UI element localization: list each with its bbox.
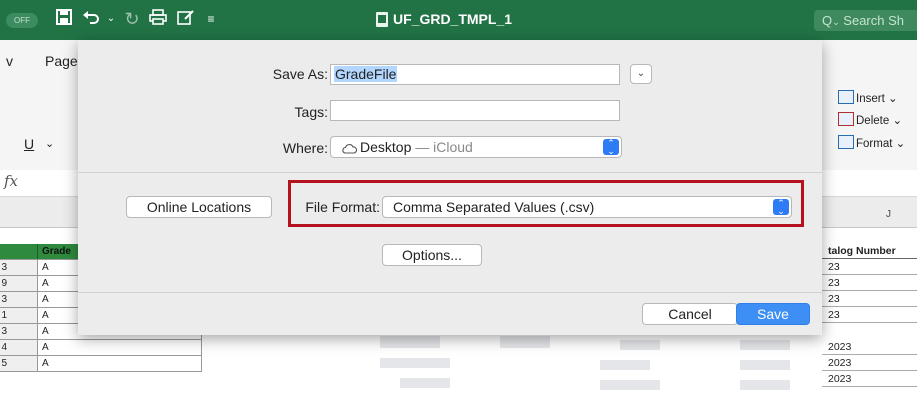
excel-titlebar: OFF ⌄ ↻ ≡ UF_GRD_TMPL_1 Q⌄ Search Sh <box>0 0 917 40</box>
undo-icon[interactable] <box>81 8 103 30</box>
stepper-icon: ⌃ ⌄ <box>603 139 619 156</box>
save-as-label: Save As: <box>272 66 328 82</box>
delete-cells-icon <box>838 112 854 126</box>
redacted-cell <box>740 380 790 390</box>
insert-cells-icon <box>838 90 854 104</box>
edit-icon[interactable] <box>176 8 196 30</box>
redacted-cell <box>500 336 550 348</box>
search-icon: Q <box>822 13 833 28</box>
redacted-cell <box>400 378 450 388</box>
delete-button[interactable]: Delete ⌄ <box>856 113 902 127</box>
chevron-down-icon: ⌄ <box>636 68 646 79</box>
where-sub: — iCloud <box>415 139 473 155</box>
cloud-icon <box>342 143 357 154</box>
catalog-cell[interactable]: 23 <box>822 292 917 307</box>
save-icon[interactable] <box>54 8 74 30</box>
redacted-cell <box>740 360 790 370</box>
search-sheet-input[interactable]: Q⌄ Search Sh <box>814 10 917 31</box>
redacted-cell <box>600 360 650 370</box>
redacted-cell <box>620 340 660 350</box>
undo-dropdown-icon[interactable]: ⌄ <box>106 8 116 30</box>
catalog-cell[interactable]: 23 <box>822 308 917 323</box>
underline-dropdown-icon[interactable]: ⌄ <box>45 137 54 150</box>
file-format-highlight-box <box>288 180 804 227</box>
customize-toolbar-icon[interactable]: ≡ <box>204 8 218 30</box>
catalog-cell[interactable]: 23 <box>822 276 917 291</box>
fx-icon: fx <box>4 172 19 190</box>
catalog-cell[interactable]: 23 <box>822 260 917 275</box>
grade-header-cell[interactable]: Grade <box>42 244 71 259</box>
where-value: Desktop <box>360 139 412 155</box>
dialog-divider <box>78 172 822 173</box>
insert-button[interactable]: Insert ⌄ <box>856 91 898 105</box>
catalog-cell[interactable]: 2023 <box>822 356 917 371</box>
options-button[interactable]: Options... <box>382 244 482 266</box>
redacted-cell <box>380 336 440 348</box>
ribbon-tab-page-layout[interactable]: Page <box>45 53 78 69</box>
table-row[interactable]: 5A <box>0 356 202 372</box>
cancel-button[interactable]: Cancel <box>642 303 738 325</box>
print-icon[interactable] <box>148 8 168 30</box>
autosave-toggle[interactable]: OFF <box>6 13 38 28</box>
tags-input[interactable] <box>330 100 620 121</box>
save-as-input[interactable]: GradeFile <box>330 64 620 85</box>
redacted-cell <box>380 358 450 368</box>
where-label: Where: <box>282 140 328 156</box>
catalog-number-header[interactable]: talog Number <box>822 244 917 259</box>
table-row[interactable]: 4A <box>0 340 202 356</box>
format-cells-icon <box>838 135 854 149</box>
excel-document-icon <box>376 12 388 27</box>
tags-label: Tags: <box>294 104 328 120</box>
document-title: UF_GRD_TMPL_1 <box>393 11 513 27</box>
catalog-cell[interactable]: 2023 <box>822 340 917 355</box>
save-button[interactable]: Save <box>736 303 810 325</box>
where-popup[interactable]: Desktop — iCloud ⌃ ⌄ <box>330 136 622 158</box>
search-placeholder: Search Sh <box>843 13 904 28</box>
ribbon-tab-view[interactable]: v <box>6 53 13 69</box>
save-as-value: GradeFile <box>334 66 398 82</box>
dialog-divider <box>78 292 822 293</box>
catalog-cell[interactable]: 2023 <box>822 372 917 387</box>
redo-icon[interactable]: ↻ <box>122 8 142 30</box>
redacted-cell <box>740 340 790 350</box>
format-button[interactable]: Format ⌄ <box>856 136 905 150</box>
expand-dialog-button[interactable]: ⌄ <box>630 64 652 84</box>
online-locations-button[interactable]: Online Locations <box>126 196 272 218</box>
underline-button[interactable]: U <box>24 136 34 152</box>
column-j-header[interactable]: J <box>886 209 891 220</box>
redacted-cell <box>600 380 660 390</box>
